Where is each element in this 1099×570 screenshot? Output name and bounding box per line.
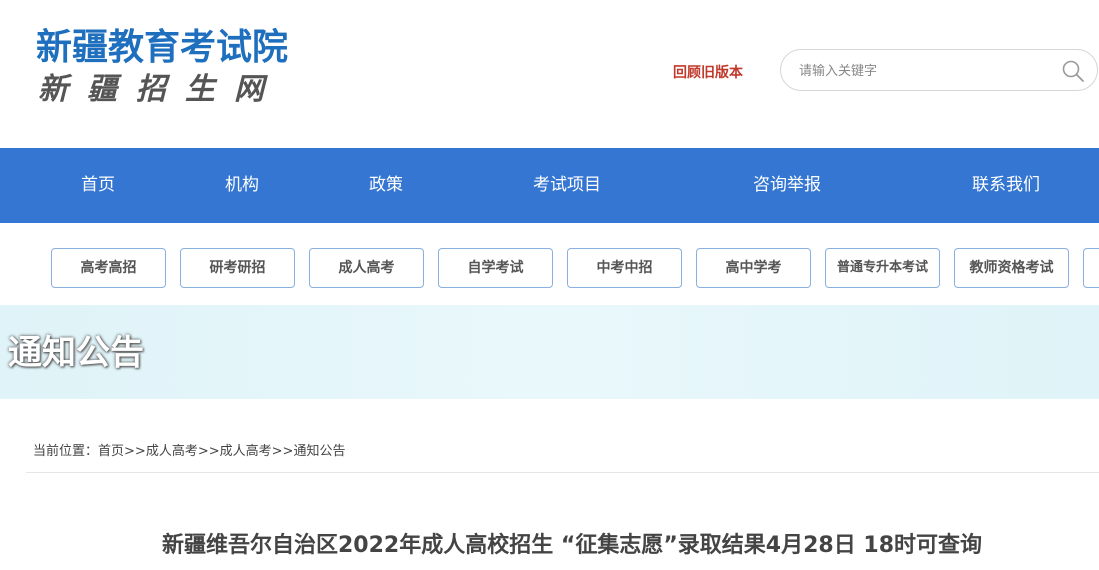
- logo-title[interactable]: 新疆教育考试院: [36, 26, 288, 70]
- category-button-partial[interactable]: [1083, 248, 1099, 288]
- category-bar: 高考高招 研考研招 成人高考 自学考试 中考中招 高中学考 普通专升本考试 教师…: [0, 248, 1099, 290]
- search-box: [780, 49, 1098, 91]
- divider: [26, 472, 1099, 473]
- nav-item-policy[interactable]: 政策: [346, 148, 426, 223]
- nav-item-organization[interactable]: 机构: [202, 148, 282, 223]
- main-nav: 首页 机构 政策 考试项目 咨询举报 联系我们: [0, 148, 1099, 223]
- breadcrumb-separator: >>: [271, 444, 294, 459]
- category-button[interactable]: 普通专升本考试: [825, 248, 940, 288]
- logo-subtitle: 新疆招生网: [38, 72, 283, 107]
- nav-item-consult-report[interactable]: 咨询举报: [737, 148, 837, 223]
- breadcrumb-separator: >>: [197, 444, 220, 459]
- breadcrumb-prefix: 当前位置：: [33, 444, 99, 459]
- category-button[interactable]: 高中学考: [696, 248, 811, 288]
- search-input[interactable]: [797, 60, 1041, 82]
- section-banner: 通知公告: [0, 305, 1099, 399]
- article-title: 新疆维吾尔自治区2022年成人高校招生 “征集志愿”录取结果4月28日 18时可…: [162, 533, 983, 558]
- search-icon[interactable]: [1061, 59, 1085, 83]
- category-button[interactable]: 自学考试: [438, 248, 553, 288]
- breadcrumb-item-adult-exam[interactable]: 成人高考: [146, 444, 198, 459]
- breadcrumb-item-adult-exam-sub[interactable]: 成人高考: [220, 444, 272, 459]
- nav-item-contact[interactable]: 联系我们: [956, 148, 1056, 223]
- category-button[interactable]: 教师资格考试: [954, 248, 1069, 288]
- nav-item-home[interactable]: 首页: [58, 148, 138, 223]
- category-button[interactable]: 高考高招: [51, 248, 166, 288]
- breadcrumb: 当前位置：首页>>成人高考>>成人高考>>通知公告: [33, 440, 345, 459]
- nav-item-exams[interactable]: 考试项目: [517, 148, 617, 223]
- breadcrumb-item-home[interactable]: 首页: [98, 444, 124, 459]
- banner-title: 通知公告: [8, 333, 144, 373]
- breadcrumb-separator: >>: [124, 444, 146, 459]
- breadcrumb-item-notices[interactable]: 通知公告: [293, 444, 345, 459]
- category-button[interactable]: 研考研招: [180, 248, 295, 288]
- site-header: 新疆教育考试院 新疆招生网 回顾旧版本: [0, 0, 1099, 148]
- category-button[interactable]: 成人高考: [309, 248, 424, 288]
- old-version-link[interactable]: 回顾旧版本: [673, 62, 743, 82]
- category-button[interactable]: 中考中招: [567, 248, 682, 288]
